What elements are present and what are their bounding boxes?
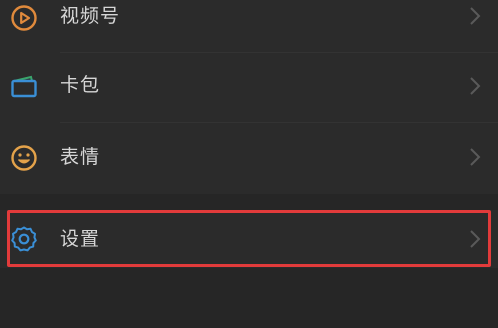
menu-item-label: 表情 [60, 146, 101, 168]
channels-icon [9, 3, 39, 33]
menu-item-channels[interactable]: 视频号 [0, 0, 498, 50]
menu-item-stickers[interactable]: 表情 [0, 126, 498, 190]
menu-item-settings[interactable]: 设置 [0, 210, 498, 268]
menu-item-label: 卡包 [60, 74, 101, 96]
gear-icon [9, 224, 39, 254]
sticker-smile-icon [9, 143, 39, 173]
card-wallet-icon [9, 72, 39, 102]
menu-item-label: 视频号 [60, 5, 121, 27]
chevron-right-icon [468, 6, 482, 26]
divider [60, 122, 498, 123]
chevron-right-icon [468, 229, 482, 249]
divider [60, 52, 498, 53]
menu-item-label: 设置 [60, 228, 101, 250]
chevron-right-icon [468, 147, 482, 167]
chevron-right-icon [468, 76, 482, 96]
menu-item-card-wallet[interactable]: 卡包 [0, 55, 498, 119]
menu-group: 视频号 卡包 表情 [0, 0, 498, 194]
